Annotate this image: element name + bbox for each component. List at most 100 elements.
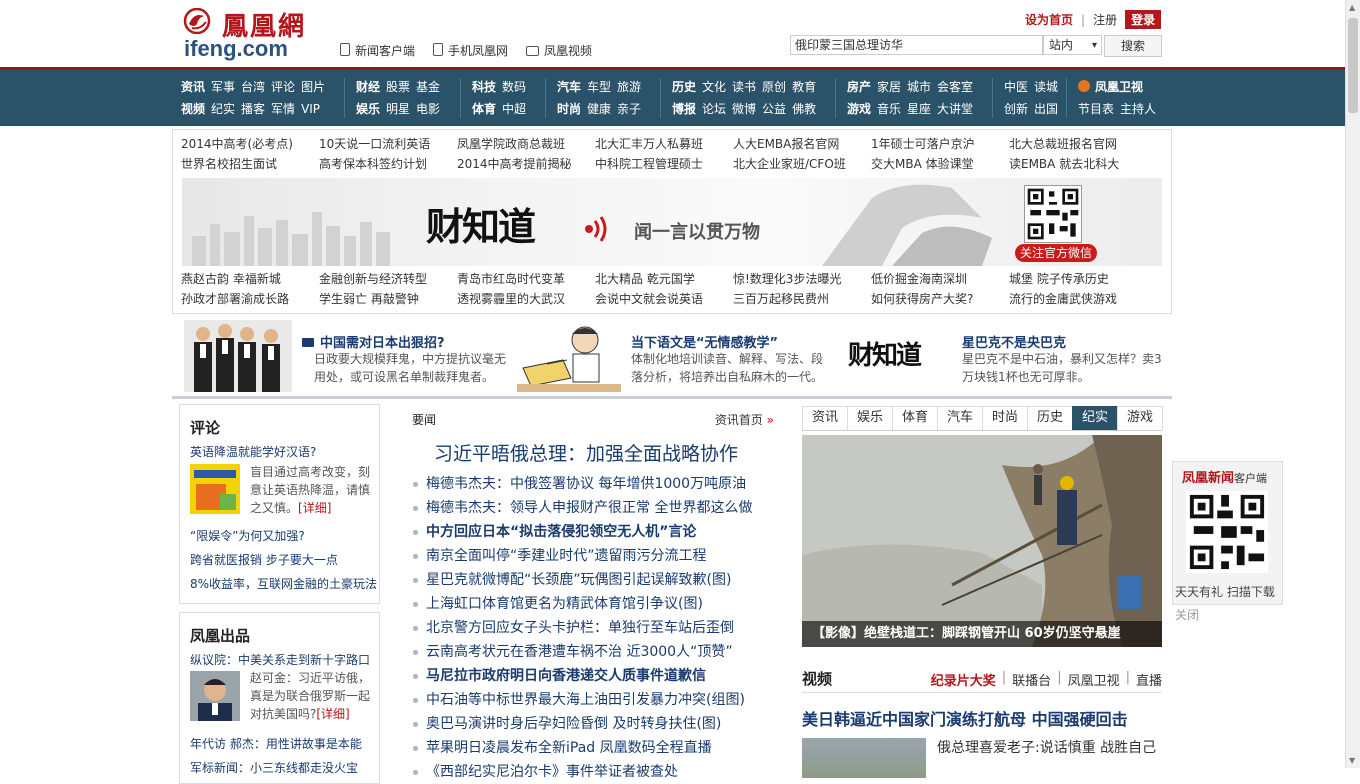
ad-link[interactable]: 三百万起移民费州 bbox=[733, 289, 871, 309]
nav-item[interactable]: 公益 bbox=[762, 102, 786, 116]
tab-top-news[interactable]: 要闻 bbox=[412, 411, 436, 428]
register-link[interactable]: 注册 bbox=[1093, 11, 1117, 28]
video-item-text[interactable]: 俄总理喜爱老子:说话慎重 战胜自己 bbox=[937, 737, 1156, 757]
nav-item[interactable]: 音乐 bbox=[877, 102, 901, 116]
video-headline[interactable]: 美日韩逼近中国家门演练打航母 中国强硬回击 bbox=[802, 706, 1128, 730]
nav-item[interactable]: 游戏 bbox=[847, 102, 871, 116]
produce-lead-link[interactable]: 纵议院：中美关系走到新十字路口 bbox=[190, 651, 370, 668]
news-item[interactable]: 奥巴马演讲时身后孕妇险昏倒 及时转身扶住(图) bbox=[410, 712, 780, 736]
produce-link[interactable]: 年代访 郝杰：用性讲故事是本能 bbox=[190, 735, 362, 752]
nav-item[interactable]: 台湾 bbox=[241, 80, 265, 94]
nav-item[interactable]: 房产 bbox=[847, 80, 871, 94]
ad-link[interactable]: 会说中文就会说英语 bbox=[595, 289, 733, 309]
news-item[interactable]: 中石油等中标世界最大海上油田引发暴力冲突(组图) bbox=[410, 688, 780, 712]
news-item[interactable]: 梅德韦杰夫：领导人申报财产很正常 全世界都这么做 bbox=[410, 496, 780, 520]
news-client-link[interactable]: 新闻客户端 bbox=[340, 42, 415, 59]
nav-item[interactable]: 时尚 bbox=[557, 102, 581, 116]
news-item[interactable]: 中方回应日本“拟击落侵犯领空无人机”言论 bbox=[410, 520, 780, 544]
nav-item[interactable]: 数码 bbox=[502, 80, 526, 94]
nav-item[interactable]: 城市 bbox=[907, 80, 931, 94]
nav-item[interactable]: 节目表 bbox=[1078, 102, 1114, 116]
news-item[interactable]: 云南高考状元在香港遭车祸不治 近3000人“顶赞” bbox=[410, 640, 780, 664]
search-button[interactable]: 搜索 bbox=[1104, 35, 1162, 57]
nav-item[interactable]: 图片 bbox=[301, 80, 325, 94]
ad-link[interactable]: 读EMBA 就去北科大 bbox=[1009, 154, 1147, 174]
ad-link[interactable]: 世界名校招生面试 bbox=[181, 154, 319, 174]
ad-link[interactable]: 2014中高考提前揭秘 bbox=[457, 154, 595, 174]
nav-item[interactable]: 博报 bbox=[672, 102, 696, 116]
nav-item[interactable]: 创新 bbox=[1004, 102, 1028, 116]
nav-item[interactable]: 资讯 bbox=[181, 80, 205, 94]
news-item[interactable]: 上海虹口体育馆更名为精武体育馆引争议(图) bbox=[410, 592, 780, 616]
live-link[interactable]: 直播 bbox=[1136, 670, 1162, 689]
close-float-link[interactable]: 关闭 bbox=[1175, 606, 1199, 623]
video-thumbnail[interactable] bbox=[802, 738, 926, 778]
category-tab[interactable]: 体育 bbox=[892, 406, 938, 430]
nav-item[interactable]: 主持人 bbox=[1120, 102, 1156, 116]
news-item[interactable]: 星巴克就微博配“长颈鹿”玩偶图引起误解致歉(图) bbox=[410, 568, 780, 592]
feature-title[interactable]: 当下语文是“无情感教学” bbox=[631, 332, 778, 351]
nav-item[interactable]: 原创 bbox=[762, 80, 786, 94]
ad-link[interactable]: 如何获得房产大奖? bbox=[871, 289, 1009, 309]
nav-item[interactable]: 股票 bbox=[386, 80, 410, 94]
ifeng-logo[interactable]: 鳳凰網 ifeng.com bbox=[180, 6, 330, 62]
nav-item[interactable]: 凤凰卫视 bbox=[1095, 80, 1143, 94]
ad-link[interactable]: 高考保本科签约计划 bbox=[319, 154, 457, 174]
login-button[interactable]: 登录 bbox=[1125, 10, 1162, 29]
nav-item[interactable]: 微博 bbox=[732, 102, 756, 116]
ad-link[interactable]: 金融创新与经济转型 bbox=[319, 269, 457, 289]
ad-link[interactable]: 1年硕士可落户京沪 bbox=[871, 134, 1009, 154]
nav-item[interactable]: 车型 bbox=[587, 80, 611, 94]
nav-item[interactable]: 健康 bbox=[587, 102, 611, 116]
nav-item[interactable]: 科技 bbox=[472, 80, 496, 94]
news-item[interactable]: 苹果明日凌晨发布全新iPad 凤凰数码全程直播 bbox=[410, 736, 780, 760]
nav-item[interactable]: 中超 bbox=[502, 102, 526, 116]
ad-link[interactable]: 北大企业家班/CFO班 bbox=[733, 154, 871, 174]
nav-item[interactable]: 读城 bbox=[1034, 80, 1058, 94]
nav-item[interactable]: 出国 bbox=[1034, 102, 1058, 116]
feature-item[interactable]: 中国需对日本出狠招? 日政要大规模拜鬼，中方提抗议毫无用处，或可设黑名单制裁拜鬼… bbox=[184, 316, 514, 396]
nav-item[interactable]: 纪实 bbox=[211, 102, 235, 116]
news-item[interactable]: 梅德韦杰夫：中俄签署协议 每年增供1000万吨原油 bbox=[410, 472, 780, 496]
scrollbar-thumb[interactable] bbox=[1348, 18, 1358, 113]
ad-link[interactable]: 人大EMBA报名官网 bbox=[733, 134, 871, 154]
nav-item[interactable]: 星座 bbox=[907, 102, 931, 116]
nav-item[interactable]: 娱乐 bbox=[356, 102, 380, 116]
ad-link[interactable]: 青岛市红岛时代变革 bbox=[457, 269, 595, 289]
comment-link[interactable]: “限娱令”为何又加强? bbox=[190, 527, 305, 544]
set-home-link[interactable]: 设为首页 bbox=[1025, 11, 1073, 28]
nav-item[interactable]: VIP bbox=[301, 102, 320, 116]
scroll-down-icon[interactable]: ▼ bbox=[1349, 756, 1355, 765]
ad-link[interactable]: 10天说一口流利英语 bbox=[319, 134, 457, 154]
ad-link[interactable]: 北大汇丰万人私募班 bbox=[595, 134, 733, 154]
feature-title[interactable]: 中国需对日本出狠招? bbox=[302, 332, 445, 351]
ad-link[interactable]: 流行的金庸武侠游戏 bbox=[1009, 289, 1147, 309]
feature-item[interactable]: 当下语文是“无情感教学” 体制化地培训读音、解释、写法、段落分析，将培养出自私麻… bbox=[517, 316, 837, 396]
nav-item[interactable]: 财经 bbox=[356, 80, 380, 94]
nav-item[interactable]: 军事 bbox=[211, 80, 235, 94]
news-item[interactable]: 北京警方回应女子头卡护栏：单独行至车站后歪倒 bbox=[410, 616, 780, 640]
ifeng-video-link[interactable]: 凤凰视频 bbox=[526, 42, 592, 59]
ad-link[interactable]: 凤凰学院政商总裁班 bbox=[457, 134, 595, 154]
nav-item[interactable]: 评论 bbox=[271, 80, 295, 94]
nav-item[interactable]: 军情 bbox=[271, 102, 295, 116]
ad-link[interactable]: 北大总裁班报名官网 bbox=[1009, 134, 1147, 154]
ad-link[interactable]: 学生弱亡 再敲警钟 bbox=[319, 289, 457, 309]
ad-link[interactable]: 燕赵古韵 幸福新城 bbox=[181, 269, 319, 289]
scroll-up-icon[interactable]: ▲ bbox=[1349, 3, 1355, 12]
news-item[interactable]: 南京全面叫停“季建业时代”遗留雨污分流工程 bbox=[410, 544, 780, 568]
category-tab[interactable]: 历史 bbox=[1027, 406, 1073, 430]
nav-item[interactable]: 文化 bbox=[702, 80, 726, 94]
feature-title[interactable]: 星巴克不是央巴克 bbox=[962, 332, 1066, 351]
news-item[interactable]: 马尼拉市政府明日向香港递交人质事件道歉信 bbox=[410, 664, 780, 688]
detail-link[interactable]: [详细] bbox=[298, 501, 331, 515]
nav-item[interactable]: 中医 bbox=[1004, 80, 1028, 94]
ad-link[interactable]: 低价掘金海南深圳 bbox=[871, 269, 1009, 289]
nav-item[interactable]: 明星 bbox=[386, 102, 410, 116]
ad-link[interactable]: 中科院工程管理硕士 bbox=[595, 154, 733, 174]
category-tab[interactable]: 资讯 bbox=[802, 406, 848, 430]
category-tab[interactable]: 游戏 bbox=[1117, 406, 1163, 430]
ad-link[interactable]: 孙政才部署渝成长路 bbox=[181, 289, 319, 309]
photo-caption[interactable]: 【影像】绝壁栈道工：脚踩钢管开山 60岁仍坚守悬崖 bbox=[802, 621, 1162, 647]
category-tab[interactable]: 时尚 bbox=[982, 406, 1028, 430]
